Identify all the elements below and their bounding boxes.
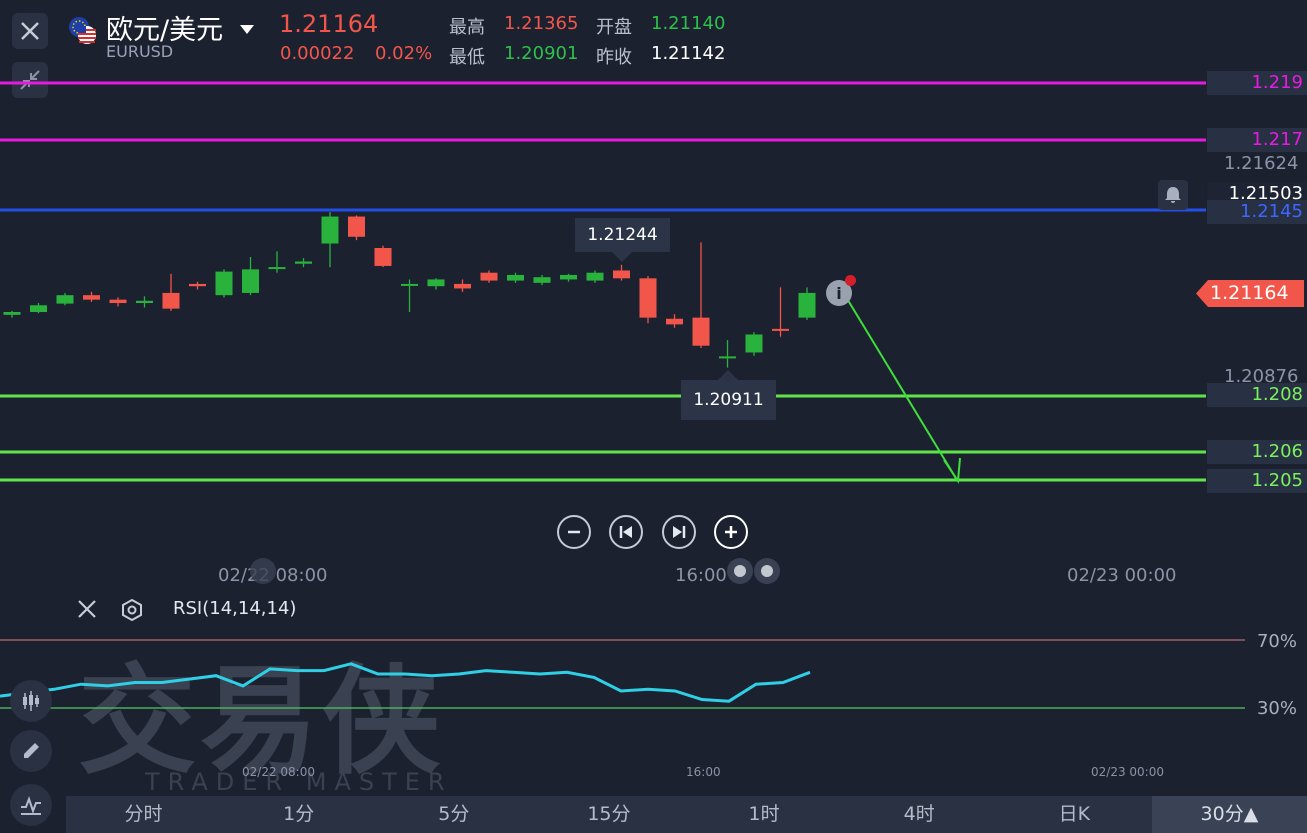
notification-dot [845, 275, 856, 286]
candle-body[interactable] [321, 216, 339, 244]
close-button[interactable] [12, 13, 48, 49]
line-chart-icon [21, 796, 41, 815]
level-tag-1208[interactable]: 1.208 [1207, 383, 1307, 407]
level-tag-1219[interactable]: 1.219 [1207, 71, 1307, 95]
low-tooltip: 1.20911 [681, 380, 776, 420]
rsi-label: RSI(14,14,14) [173, 598, 297, 619]
rsi-time-label-2: 16:00 [686, 765, 721, 779]
instrument-symbol: EURUSD [106, 42, 174, 61]
level-tag-1205[interactable]: 1.205 [1207, 469, 1307, 493]
candle-body[interactable] [427, 279, 445, 287]
tab-15m[interactable]: 15分 [531, 796, 686, 833]
candle-body[interactable] [639, 278, 657, 318]
high-tooltip-pointer [612, 252, 632, 262]
minus-icon [568, 530, 580, 534]
candle-body[interactable] [348, 216, 365, 237]
draw-tool-button[interactable] [10, 730, 52, 772]
candle-body[interactable] [798, 292, 816, 318]
time-label-2: 16:00 [675, 565, 727, 586]
high-label: 最高 [449, 17, 485, 38]
candle-body[interactable] [56, 295, 74, 304]
candle-body[interactable] [560, 274, 577, 280]
tab-1m[interactable]: 1分 [221, 796, 376, 833]
open-label: 开盘 [596, 17, 632, 38]
candle-body[interactable] [692, 317, 710, 346]
rsi-level-high: 70% [1256, 631, 1297, 652]
tab-4h[interactable]: 4时 [842, 796, 997, 833]
axis-top-value: 1.21624 [1224, 153, 1299, 174]
candlestick-icon [23, 691, 39, 711]
zoom-out-button[interactable] [557, 515, 591, 549]
candle-body[interactable] [745, 334, 763, 353]
candle-body[interactable] [586, 272, 604, 281]
level-tag-1217[interactable]: 1.217 [1207, 128, 1307, 152]
plus-icon [725, 526, 737, 538]
candle-body[interactable] [189, 283, 206, 287]
candle-body[interactable] [401, 283, 418, 286]
candlestick-chart[interactable] [0, 60, 1307, 510]
tab-5m[interactable]: 5分 [376, 796, 531, 833]
candle-body[interactable] [242, 269, 259, 293]
candle-body[interactable] [30, 305, 47, 313]
rsi-series-line [0, 662, 811, 703]
settings-icon [122, 598, 142, 622]
time-label-3: 02/23 00:00 [1067, 565, 1177, 586]
scroll-end-button[interactable] [662, 515, 696, 549]
candle-body[interactable] [454, 283, 471, 289]
candle-body[interactable] [83, 295, 100, 300]
close-icon [21, 22, 39, 40]
candle-body[interactable] [136, 300, 153, 304]
indicator-tool-button[interactable] [10, 680, 52, 722]
skip-back-icon [619, 526, 632, 538]
timeframe-tabbar: 分时 1分 5分 15分 1时 4时 日K 30分▲ [66, 796, 1307, 833]
scroll-start-button[interactable] [609, 515, 643, 549]
level-tag-12145[interactable]: 1.2145 [1207, 200, 1307, 224]
current-price: 1.21164 [279, 10, 379, 38]
low-tooltip-pointer [718, 370, 738, 380]
candle-body[interactable] [719, 356, 736, 359]
open-value: 1.21140 [651, 13, 726, 34]
bell-icon [1165, 187, 1181, 203]
drag-handle-right[interactable] [754, 558, 780, 584]
candle-body[interactable] [533, 277, 551, 283]
candle-body[interactable] [374, 248, 392, 266]
skip-forward-icon [673, 526, 686, 538]
candle-body[interactable] [666, 318, 683, 325]
candle-body[interactable] [295, 261, 312, 264]
rsi-level-low: 30% [1256, 698, 1297, 719]
zoom-in-button[interactable] [714, 515, 748, 549]
current-price-tag: 1.21164 [1196, 280, 1304, 307]
candle-body[interactable] [268, 267, 286, 270]
tab-daily[interactable]: 日K [997, 796, 1152, 833]
candle-body[interactable] [772, 328, 789, 331]
instrument-dropdown-icon[interactable] [240, 20, 254, 39]
rsi-time-label-1: 02/22 08:00 [242, 765, 315, 779]
high-value: 1.21365 [504, 13, 579, 34]
candle-body[interactable] [162, 292, 180, 309]
tab-30m[interactable]: 30分▲ [1151, 796, 1307, 833]
tab-1h[interactable]: 1时 [687, 796, 842, 833]
candles-group [3, 212, 816, 368]
indicator-chart-button[interactable] [10, 784, 52, 826]
candle-body[interactable] [613, 270, 630, 279]
rsi-time-label-3: 02/23 00:00 [1091, 765, 1164, 779]
high-tooltip: 1.21244 [575, 218, 670, 252]
drag-handle-left[interactable] [250, 558, 276, 584]
close-icon [78, 600, 96, 618]
candle-body[interactable] [215, 271, 233, 296]
candle-body[interactable] [109, 299, 127, 304]
candle-body[interactable] [3, 312, 21, 315]
candle-body[interactable] [507, 274, 524, 281]
level-tag-1206[interactable]: 1.206 [1207, 440, 1307, 464]
candle-body[interactable] [480, 272, 498, 281]
alert-bell-button[interactable] [1158, 180, 1188, 210]
eur-usd-flag-icon [66, 14, 98, 46]
pencil-icon [24, 743, 39, 758]
drag-handle-mid[interactable] [727, 558, 753, 584]
tab-tick[interactable]: 分时 [66, 796, 221, 833]
